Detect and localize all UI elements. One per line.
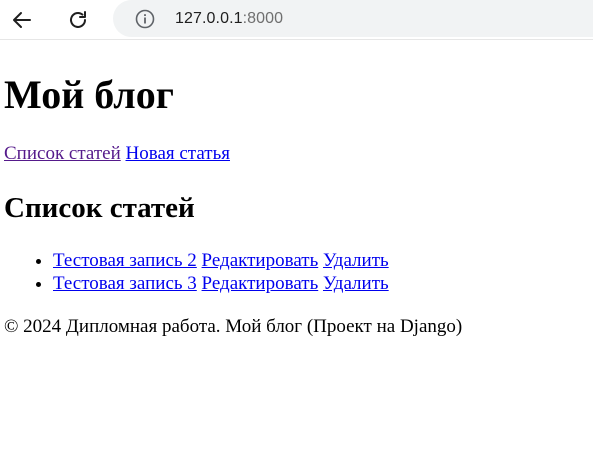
nav-articles-link[interactable]: Список статей bbox=[4, 143, 121, 164]
nav-new-article-link[interactable]: Новая статья bbox=[126, 143, 230, 164]
back-button[interactable] bbox=[7, 6, 37, 34]
edit-link[interactable]: Редактировать bbox=[202, 273, 319, 294]
back-arrow-icon bbox=[13, 12, 31, 28]
reload-icon bbox=[70, 11, 86, 28]
address-bar[interactable]: 127.0.0.1:8000 bbox=[113, 0, 593, 37]
page-footer: © 2024 Дипломная работа. Мой блог (Проек… bbox=[4, 316, 463, 337]
article-list: Тестовая запись 2 Редактировать Удалить … bbox=[0, 249, 389, 295]
browser-toolbar: 127.0.0.1:8000 bbox=[0, 0, 593, 40]
delete-link[interactable]: Удалить bbox=[323, 250, 389, 271]
url-text: 127.0.0.1:8000 bbox=[175, 10, 283, 28]
article-title-link[interactable]: Тестовая запись 2 bbox=[53, 250, 197, 271]
page-title: Мой блог bbox=[4, 72, 174, 117]
info-icon[interactable] bbox=[135, 9, 155, 29]
section-title: Список статей bbox=[4, 192, 195, 224]
article-title-link[interactable]: Тестовая запись 3 bbox=[53, 273, 197, 294]
top-navigation: Список статей Новая статья bbox=[4, 143, 230, 165]
reload-button[interactable] bbox=[63, 6, 93, 34]
edit-link[interactable]: Редактировать bbox=[202, 250, 319, 271]
delete-link[interactable]: Удалить bbox=[323, 273, 389, 294]
url-host: 127.0.0.1 bbox=[175, 9, 243, 27]
url-port: :8000 bbox=[242, 9, 284, 27]
list-item: Тестовая запись 3 Редактировать Удалить bbox=[53, 272, 389, 295]
list-item: Тестовая запись 2 Редактировать Удалить bbox=[53, 249, 389, 272]
